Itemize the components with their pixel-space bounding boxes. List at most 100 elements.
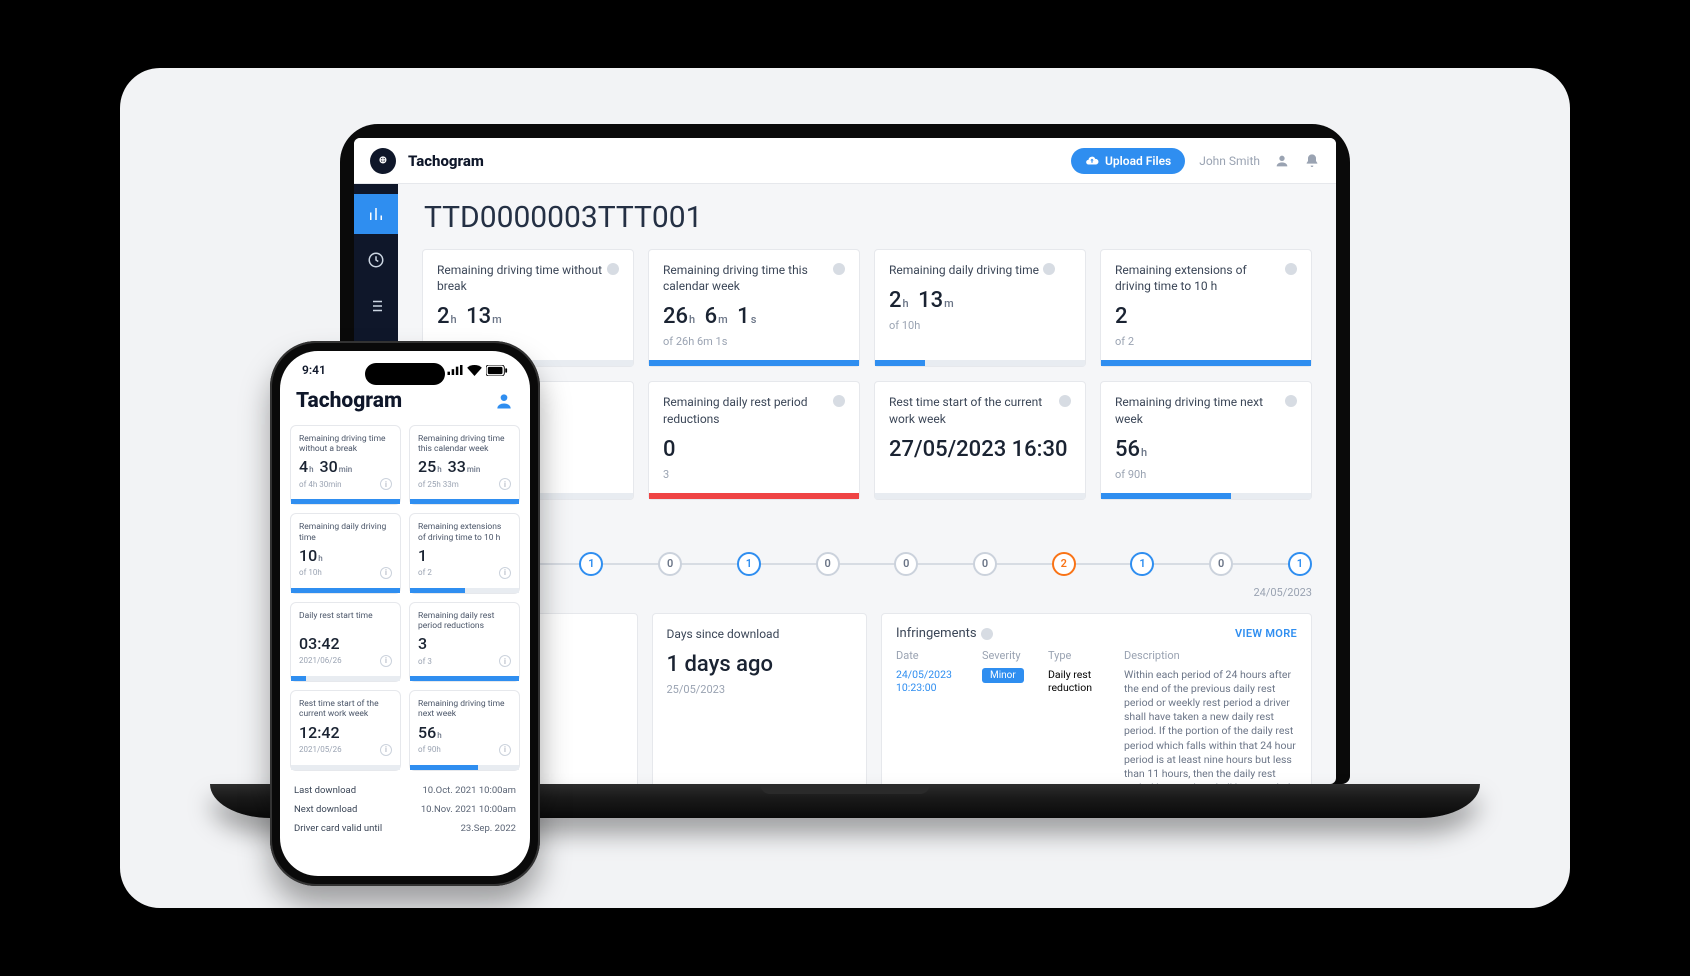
app-header: ⊕ Tachogram Upload Files John Smith	[354, 138, 1336, 184]
phone-metric-card: Remaining driving time without a break 4…	[290, 425, 401, 505]
metric-card: Remaining extensions of driving time to …	[1100, 249, 1312, 367]
card-title: Remaining daily rest period reductions	[663, 394, 829, 426]
card-title: Rest time start of the current work week	[889, 394, 1055, 426]
card-title: Remaining driving time without a break	[299, 434, 392, 454]
phone-device: 9:41 Tachogram Remaining driving time wi…	[270, 341, 540, 886]
list-value: 23.Sep. 2022	[461, 823, 516, 834]
timeline-dot[interactable]: 1	[1288, 552, 1312, 576]
dynamic-island	[365, 363, 445, 385]
timeline-dot[interactable]: 1	[737, 552, 761, 576]
view-more-link[interactable]: VIEW MORE	[1235, 627, 1297, 640]
timeline-dot[interactable]: 0	[973, 552, 997, 576]
progress-bar	[875, 360, 1085, 366]
card-title: Remaining daily driving time	[299, 522, 392, 542]
info-icon	[981, 628, 993, 640]
card-sub: 2021/05/26	[299, 745, 342, 754]
timeline-dot[interactable]: 1	[579, 552, 603, 576]
progress-bar	[291, 765, 400, 770]
sidebar-item-list[interactable]	[354, 286, 398, 326]
info-icon	[833, 263, 845, 275]
timeline-dot[interactable]: 0	[894, 552, 918, 576]
card-title: Remaining extensions of driving time to …	[418, 522, 511, 542]
card-value: 2h 13m	[437, 304, 619, 329]
card-value: 26h 6m 1s	[663, 304, 845, 329]
card-value: 10h	[299, 546, 392, 565]
card-value: 2	[1115, 304, 1297, 329]
sidebar-item-dashboard[interactable]	[354, 194, 398, 234]
info-icon[interactable]: i	[380, 478, 392, 490]
timeline-dot[interactable]: 1	[1130, 552, 1154, 576]
page-title: TTD0000003TTT001	[424, 200, 1312, 235]
card-sub: of 2	[418, 568, 432, 577]
timeline-dot[interactable]: 0	[816, 552, 840, 576]
user-icon[interactable]	[1274, 153, 1290, 169]
progress-bar	[1101, 360, 1311, 366]
info-icon	[1285, 395, 1297, 407]
metric-cards-row-1: Remaining driving time without break 2h …	[422, 249, 1312, 367]
phone-user-icon[interactable]	[494, 391, 514, 411]
infringements-title: Infringements	[896, 626, 977, 641]
info-icon[interactable]: i	[499, 567, 511, 579]
card-title: Remaining extensions of driving time to …	[1115, 262, 1281, 294]
cloud-upload-icon	[1085, 154, 1099, 168]
inf-date: 24/05/2023 10:23:00	[896, 668, 976, 784]
clock-icon	[367, 251, 385, 269]
timeline-dot[interactable]: 2	[1052, 552, 1076, 576]
signal-icon	[447, 365, 463, 375]
card-value: 4h 30min	[299, 457, 392, 476]
card-value: 2h 13m	[889, 288, 1071, 313]
progress-bar	[291, 499, 400, 504]
phone-metric-card: Remaining driving time next week 56h of …	[409, 690, 520, 770]
card-value: 56h	[1115, 437, 1297, 462]
timeline-dot[interactable]: 0	[1209, 552, 1233, 576]
battery-icon	[486, 365, 508, 376]
phone-metric-card: Rest time start of the current work week…	[290, 690, 401, 770]
table-header: Type	[1048, 649, 1118, 662]
upload-files-label: Upload Files	[1105, 154, 1171, 168]
table-header: Date	[896, 649, 976, 662]
card-sub: of 90h	[1115, 468, 1297, 481]
phone-metric-card: Daily rest start time 03:42 2021/06/26i	[290, 602, 401, 682]
metric-card: Remaining daily rest period reductions 0…	[648, 381, 860, 499]
progress-bar	[410, 765, 519, 770]
info-icon[interactable]: i	[499, 744, 511, 756]
card-sub: 25/05/2023	[667, 683, 853, 696]
phone-metric-card: Remaining daily driving time 10h of 10hi	[290, 513, 401, 593]
card-title: Remaining driving time this calendar wee…	[663, 262, 829, 294]
metric-card: Remaining driving time this calendar wee…	[648, 249, 860, 367]
card-sub: 3	[663, 468, 845, 481]
card-sub: of 90h	[418, 745, 441, 754]
card-title: Rest time start of the current work week	[299, 699, 392, 719]
card-sub: of 4h 30min	[299, 480, 342, 489]
info-icon[interactable]: i	[380, 567, 392, 579]
list-value: 10.Oct. 2021 10:00am	[422, 785, 516, 796]
card-title: Remaining driving time next week	[1115, 394, 1281, 426]
info-icon[interactable]: i	[499, 655, 511, 667]
list-item: Last download10.Oct. 2021 10:00am	[294, 781, 516, 800]
notifications-icon[interactable]	[1304, 153, 1320, 169]
metric-card: Remaining driving time next week 56h of …	[1100, 381, 1312, 499]
card-title: Remaining driving time this calendar wee…	[418, 434, 511, 454]
info-icon[interactable]: i	[499, 478, 511, 490]
timeline-dot[interactable]: 0	[658, 552, 682, 576]
progress-bar	[649, 493, 859, 499]
sidebar-item-history[interactable]	[354, 240, 398, 280]
phone-metric-card: Remaining driving time this calendar wee…	[409, 425, 520, 505]
phone-brand: Tachogram	[296, 389, 402, 413]
card-sub: of 10h	[889, 319, 1071, 332]
list-icon	[367, 297, 385, 315]
info-icon[interactable]: i	[380, 655, 392, 667]
progress-bar	[291, 676, 400, 681]
brand-name: Tachogram	[408, 152, 484, 170]
info-icon[interactable]: i	[380, 744, 392, 756]
infringements-card: Infringements VIEW MORE DateSeverityType…	[881, 613, 1312, 784]
days-since-download-card: Days since download 1 days ago 25/05/202…	[652, 613, 868, 784]
phone-metric-card: Remaining daily rest period reductions 3…	[409, 602, 520, 682]
inf-description: Within each period of 24 hours after the…	[1124, 668, 1297, 784]
upload-files-button[interactable]: Upload Files	[1071, 148, 1185, 174]
inf-type: Daily rest reduction	[1048, 668, 1118, 784]
card-value: 1	[418, 546, 511, 565]
card-value: 3	[418, 634, 511, 653]
phone-time: 9:41	[302, 363, 326, 377]
card-sub: of 3	[418, 657, 432, 666]
